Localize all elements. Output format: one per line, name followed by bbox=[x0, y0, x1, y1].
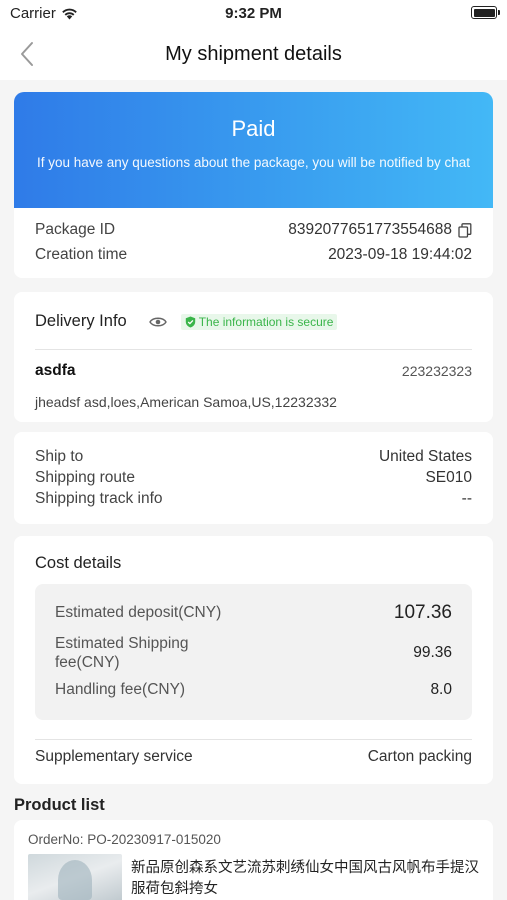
order-number: OrderNo: PO-20230917-015020 bbox=[28, 832, 221, 847]
status-bar: Carrier 9:32 PM bbox=[0, 0, 507, 28]
shipping-fee-label: Estimated Shipping fee(CNY) bbox=[55, 635, 189, 671]
payment-status: Paid bbox=[231, 116, 276, 141]
supplementary-value: Carton packing bbox=[367, 748, 472, 765]
status-message: If you have any questions about the pack… bbox=[36, 155, 471, 170]
eye-icon[interactable] bbox=[148, 316, 167, 328]
ship-to-row: Ship to United States bbox=[35, 446, 472, 467]
clock: 9:32 PM bbox=[225, 5, 282, 22]
divider bbox=[35, 349, 472, 350]
copy-icon[interactable] bbox=[458, 222, 472, 238]
deposit-row: Estimated deposit(CNY) 107.36 bbox=[55, 602, 452, 624]
battery-icon bbox=[471, 6, 500, 19]
cost-breakdown: Estimated deposit(CNY) 107.36 Estimated … bbox=[35, 584, 472, 720]
package-id-value: 8392077651773554688 bbox=[288, 221, 452, 238]
delivery-header: Delivery Info The information is secure bbox=[35, 312, 338, 331]
recipient-address: jheadsf asd,loes,American Samoa,US,12232… bbox=[35, 394, 337, 410]
product-name: 新品原创森系文艺流苏刺绣仙女中国风古风帆布手提汉服荷包斜挎女 bbox=[131, 860, 479, 897]
shipping-route-value: SE010 bbox=[425, 469, 472, 486]
secure-text: The information is secure bbox=[198, 314, 334, 329]
shipping-fee-value: 99.36 bbox=[413, 644, 452, 661]
payment-status-banner: Paid If you have any questions about the… bbox=[14, 92, 493, 208]
delivery-info-card: Delivery Info The information is secure … bbox=[14, 292, 493, 422]
package-id-row: Package ID 8392077651773554688 bbox=[35, 221, 472, 239]
cost-title: Cost details bbox=[35, 554, 122, 572]
deposit-label: Estimated deposit(CNY) bbox=[55, 604, 222, 621]
shipping-info-card: Ship to United States Shipping route SE0… bbox=[14, 432, 493, 524]
supplementary-label: Supplementary service bbox=[35, 748, 193, 765]
recipient-name: asdfa bbox=[35, 362, 76, 379]
shipping-route-row: Shipping route SE010 bbox=[35, 467, 472, 488]
package-id-label: Package ID bbox=[35, 221, 116, 238]
package-info-card: Package ID 8392077651773554688 Creation … bbox=[14, 208, 493, 278]
supplementary-service-row: Supplementary service Carton packing bbox=[35, 748, 472, 766]
page-title: My shipment details bbox=[165, 43, 342, 65]
shipping-fee-row: Estimated Shipping fee(CNY) 99.36 bbox=[55, 634, 452, 672]
shipping-route-label: Shipping route bbox=[35, 469, 135, 486]
product-item[interactable]: OrderNo: PO-20230917-015020 新品原创森系文艺流苏刺绣… bbox=[14, 820, 493, 900]
handling-fee-label: Handling fee(CNY) bbox=[55, 681, 186, 698]
ship-to-label: Ship to bbox=[35, 448, 84, 465]
track-info-label: Shipping track info bbox=[35, 490, 163, 507]
ship-to-value: United States bbox=[378, 448, 472, 465]
divider bbox=[35, 739, 472, 740]
creation-time-row: Creation time 2023-09-18 19:44:02 bbox=[35, 246, 472, 264]
cost-details-card: Cost details Estimated deposit(CNY) 107.… bbox=[14, 536, 493, 784]
product-thumbnail bbox=[28, 854, 122, 900]
track-info-value: -- bbox=[461, 490, 472, 507]
product-list-title: Product list bbox=[14, 796, 105, 814]
shield-check-icon bbox=[185, 316, 195, 327]
deposit-value: 107.36 bbox=[393, 602, 452, 623]
secure-badge: The information is secure bbox=[180, 313, 338, 330]
delivery-title: Delivery Info bbox=[35, 312, 127, 330]
handling-fee-row: Handling fee(CNY) 8.0 bbox=[55, 681, 452, 699]
creation-time-label: Creation time bbox=[35, 246, 128, 263]
recipient-phone: 223232323 bbox=[401, 363, 472, 379]
handling-fee-value: 8.0 bbox=[430, 681, 452, 698]
navigation-bar: My shipment details bbox=[0, 28, 507, 80]
creation-time-value: 2023-09-18 19:44:02 bbox=[328, 246, 472, 263]
track-info-row[interactable]: Shipping track info -- bbox=[35, 488, 472, 509]
